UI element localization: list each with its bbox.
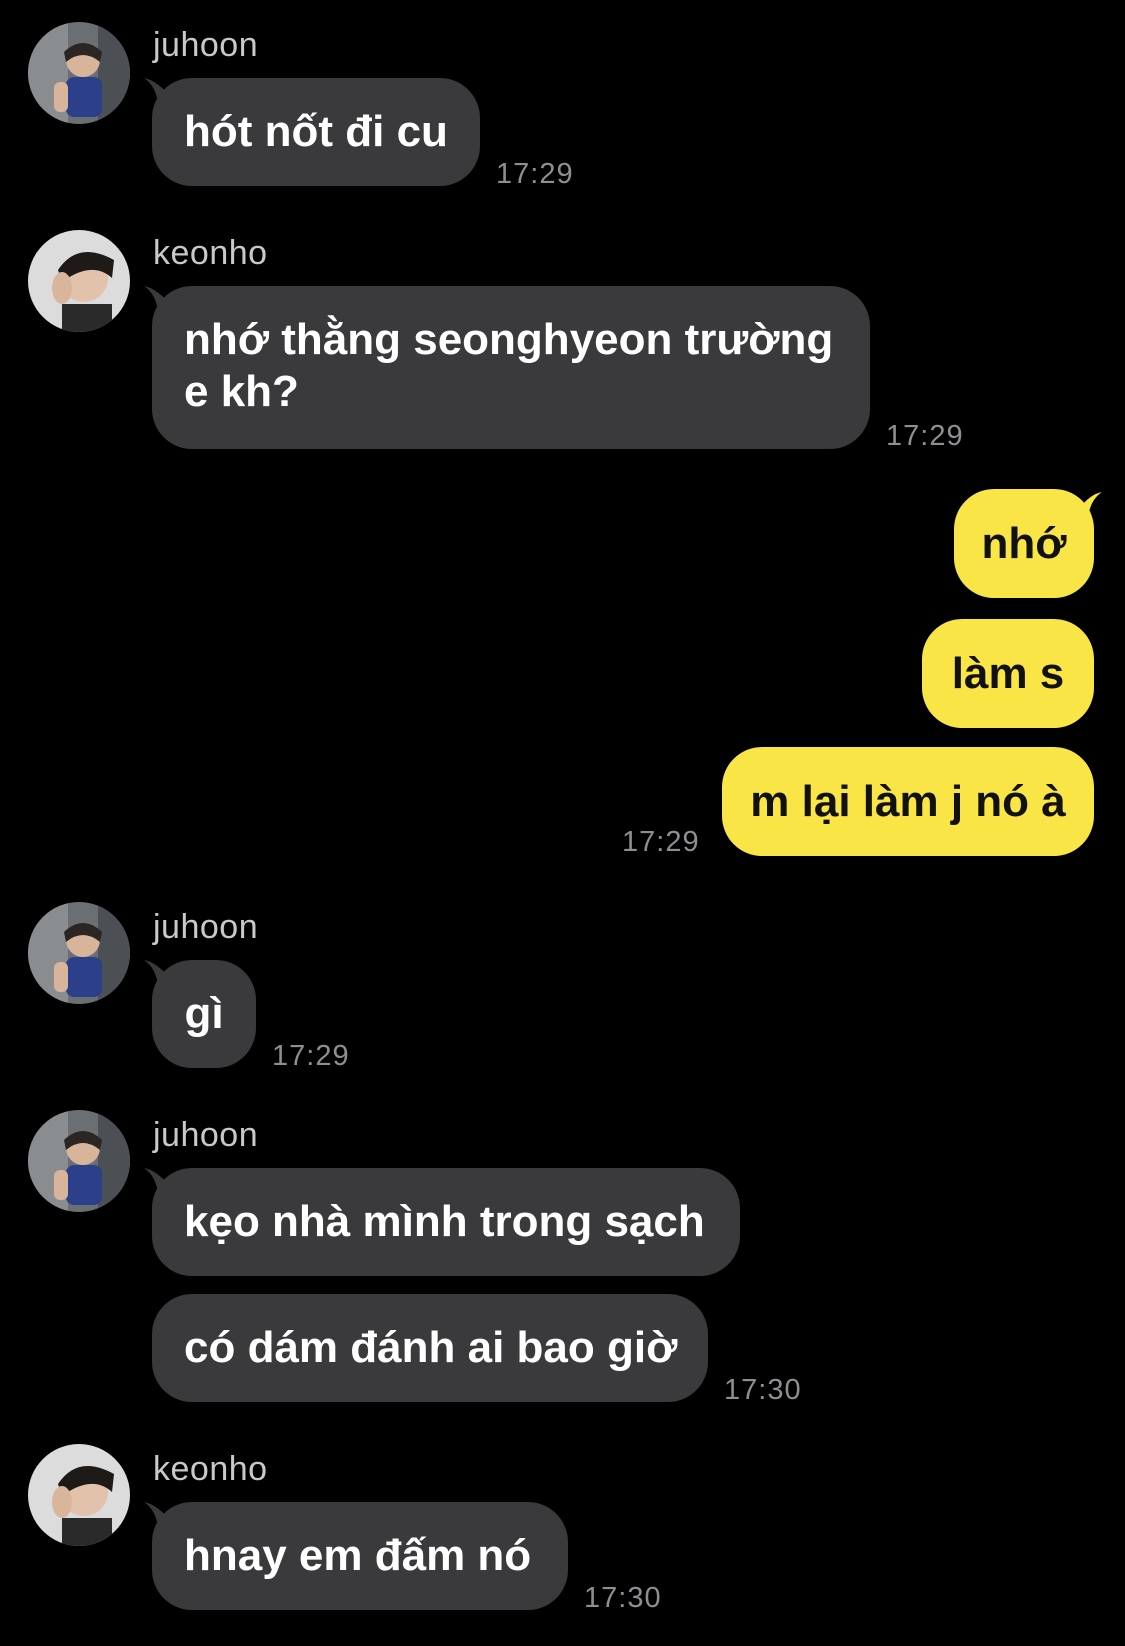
message-text: hnay em đấm nó (184, 1531, 532, 1580)
keonho-avatar-icon (28, 230, 130, 332)
message-text: làm s (951, 648, 1065, 698)
avatar-juhoon[interactable] (28, 1110, 130, 1212)
message-text: gì (184, 989, 224, 1038)
bubble-tail-icon (144, 286, 170, 312)
message-text: kẹo nhà mình trong sạch (184, 1197, 705, 1246)
message-text: hót nốt đi cu (184, 107, 448, 156)
message-text-line: nhớ thằng seonghyeon trường (184, 315, 834, 364)
message-bubble[interactable]: kẹo nhà mình trong sạch (152, 1168, 740, 1276)
message-timestamp: 17:30 (724, 1374, 802, 1406)
message-timestamp: 17:29 (886, 420, 964, 452)
message-text: có dám đánh ai bao giờ (184, 1323, 678, 1372)
message-bubble[interactable]: nhớ thằng seonghyeon trường e kh? (152, 286, 870, 449)
juhoon-avatar-icon (28, 1110, 130, 1212)
message-bubble-outgoing[interactable]: làm s (922, 619, 1094, 728)
avatar-juhoon[interactable] (28, 22, 130, 124)
message-text: nhớ (981, 518, 1067, 568)
keonho-avatar-icon (28, 1444, 130, 1546)
message-text-line: e kh? (184, 367, 299, 416)
avatar-keonho[interactable] (28, 230, 130, 332)
bubble-tail-icon (144, 960, 170, 986)
message-timestamp: 17:30 (584, 1582, 662, 1614)
message-bubble[interactable]: hnay em đấm nó (152, 1502, 568, 1610)
juhoon-avatar-icon (28, 902, 130, 1004)
message-timestamp: 17:29 (272, 1040, 350, 1072)
message-timestamp: 17:29 (622, 826, 700, 858)
avatar-juhoon[interactable] (28, 902, 130, 1004)
avatar-keonho[interactable] (28, 1444, 130, 1546)
bubble-tail-icon (1078, 492, 1102, 518)
sender-name: juhoon (153, 26, 259, 64)
bubble-tail-icon (144, 78, 170, 104)
bubble-tail-icon (144, 1168, 170, 1194)
sender-name: juhoon (153, 1116, 259, 1154)
sender-name: keonho (153, 1450, 268, 1488)
message-bubble[interactable]: có dám đánh ai bao giờ (152, 1294, 708, 1402)
juhoon-avatar-icon (28, 22, 130, 124)
sender-name: keonho (153, 234, 268, 272)
message-bubble-outgoing[interactable]: nhớ (954, 489, 1094, 598)
message-text: m lại làm j nó à (750, 776, 1066, 826)
sender-name: juhoon (153, 908, 259, 946)
message-bubble[interactable]: hót nốt đi cu (152, 78, 480, 186)
message-bubble-outgoing[interactable]: m lại làm j nó à (722, 747, 1094, 856)
bubble-tail-icon (144, 1502, 170, 1528)
message-timestamp: 17:29 (496, 158, 574, 190)
